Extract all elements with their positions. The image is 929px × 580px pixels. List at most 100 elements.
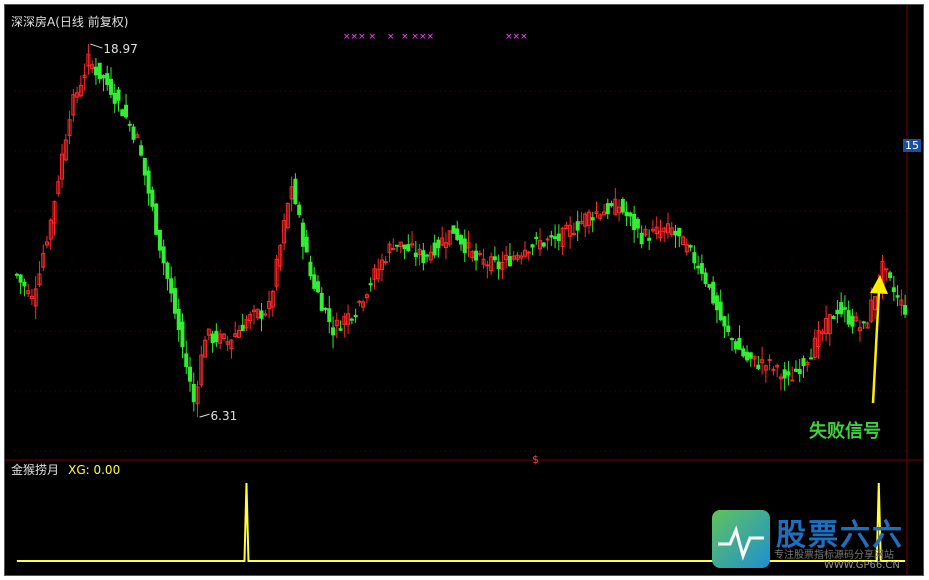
candle-body <box>541 242 546 247</box>
candle-body <box>293 178 298 205</box>
candle-body <box>462 238 467 254</box>
candle-body <box>605 203 610 215</box>
candle-body <box>793 368 798 372</box>
candle-body <box>180 321 185 348</box>
candle-body <box>545 238 550 241</box>
candle-body <box>436 239 441 249</box>
watermark-subtitle: 专注股票指标源码分享网站 <box>774 550 894 561</box>
candle-body <box>831 316 836 319</box>
candle-body <box>782 369 787 379</box>
candle-body <box>108 78 113 95</box>
candle-body <box>737 337 742 350</box>
candle-body <box>628 212 633 217</box>
candle-body <box>459 234 463 245</box>
candle-body <box>711 281 716 304</box>
candle-body <box>319 292 324 311</box>
candle-body <box>767 359 772 362</box>
candle-body <box>530 244 535 248</box>
candle-body <box>357 300 362 303</box>
candle-body <box>850 315 855 327</box>
candle-body <box>451 225 456 234</box>
candle-body <box>756 364 761 369</box>
low-price-label: 6.31 <box>211 409 238 423</box>
candle-body <box>635 218 640 229</box>
candle-series <box>14 44 908 418</box>
candle-body <box>142 157 147 176</box>
candle-body <box>846 310 851 325</box>
candle-body <box>395 244 400 247</box>
candle-body <box>895 295 900 298</box>
high-price-label: 18.97 <box>103 42 137 56</box>
candle-body <box>425 254 430 257</box>
candle-body <box>349 318 354 321</box>
candle-body <box>590 217 595 221</box>
candlestick-chart[interactable]: 18.97 6.31 ××× × × × ××× ××× $ <box>5 5 923 575</box>
candle-body <box>726 325 731 333</box>
candle-body <box>639 232 644 245</box>
candle-body <box>492 256 497 261</box>
candle-body <box>97 62 102 80</box>
candle-body <box>157 229 162 251</box>
candle-body <box>383 261 388 264</box>
candle-body <box>22 282 27 287</box>
watermark-url: WWW.GP66.CN <box>824 560 900 571</box>
dollar-marker: $ <box>532 453 539 466</box>
candle-body <box>903 305 908 315</box>
candle-body <box>526 251 531 254</box>
pulse-icon <box>718 525 764 561</box>
candle-body <box>888 272 893 279</box>
candle-body <box>116 89 121 101</box>
candle-body <box>507 256 512 267</box>
signal-marker: × <box>387 32 395 42</box>
candle-body <box>421 250 426 263</box>
candle-body <box>139 145 144 156</box>
candle-body <box>127 123 132 126</box>
candle-body <box>188 366 193 382</box>
candle-body <box>549 235 554 238</box>
candle-body <box>353 314 358 317</box>
price-grid <box>5 5 923 575</box>
candle-body <box>556 233 561 242</box>
candle-body <box>692 252 697 264</box>
stock-title: 深深房A(日线 前复权) <box>11 15 129 29</box>
candle-body <box>714 295 719 311</box>
candle-body <box>842 307 847 310</box>
candle-body <box>839 302 844 315</box>
low-pointer <box>199 413 210 418</box>
candle-body <box>214 330 219 343</box>
candle-body <box>150 189 155 207</box>
indicator-value: XG: 0.00 <box>68 463 121 477</box>
indicator-header: 金猴捞月 XG: 0.00 <box>11 459 120 478</box>
candle-body <box>240 324 245 332</box>
candle-body <box>14 273 19 276</box>
candle-body <box>300 222 305 247</box>
candle-body <box>575 221 580 231</box>
candle-body <box>485 264 490 267</box>
candle-body <box>18 274 23 283</box>
candle-body <box>474 250 479 261</box>
candle-body <box>801 358 806 367</box>
candle-body <box>101 75 106 79</box>
watermark: 股票六六 专注股票指标源码分享网站 WWW.GP66.CN <box>712 510 917 572</box>
signal-marker: ××× × <box>343 32 376 42</box>
candle-body <box>741 348 746 357</box>
candle-body <box>124 104 129 118</box>
candle-body <box>609 203 614 207</box>
annotations-layer: 18.97 6.31 ××× × × × ××× ××× $ <box>90 32 888 466</box>
candle-body <box>402 244 407 250</box>
candle-body <box>368 283 373 286</box>
candle-body <box>308 261 313 277</box>
candle-body <box>632 213 637 231</box>
candle-body <box>120 109 125 117</box>
candle-body <box>323 307 328 310</box>
signal-label: 失败信号 <box>809 421 881 442</box>
candle-body <box>733 341 738 350</box>
candle-body <box>722 316 727 327</box>
candle-body <box>191 384 196 403</box>
candle-body <box>455 228 460 240</box>
candle-body <box>105 73 110 85</box>
candle-body <box>699 263 704 274</box>
candle-body <box>172 288 177 314</box>
candle-body <box>571 232 576 235</box>
candle-body <box>891 287 896 293</box>
